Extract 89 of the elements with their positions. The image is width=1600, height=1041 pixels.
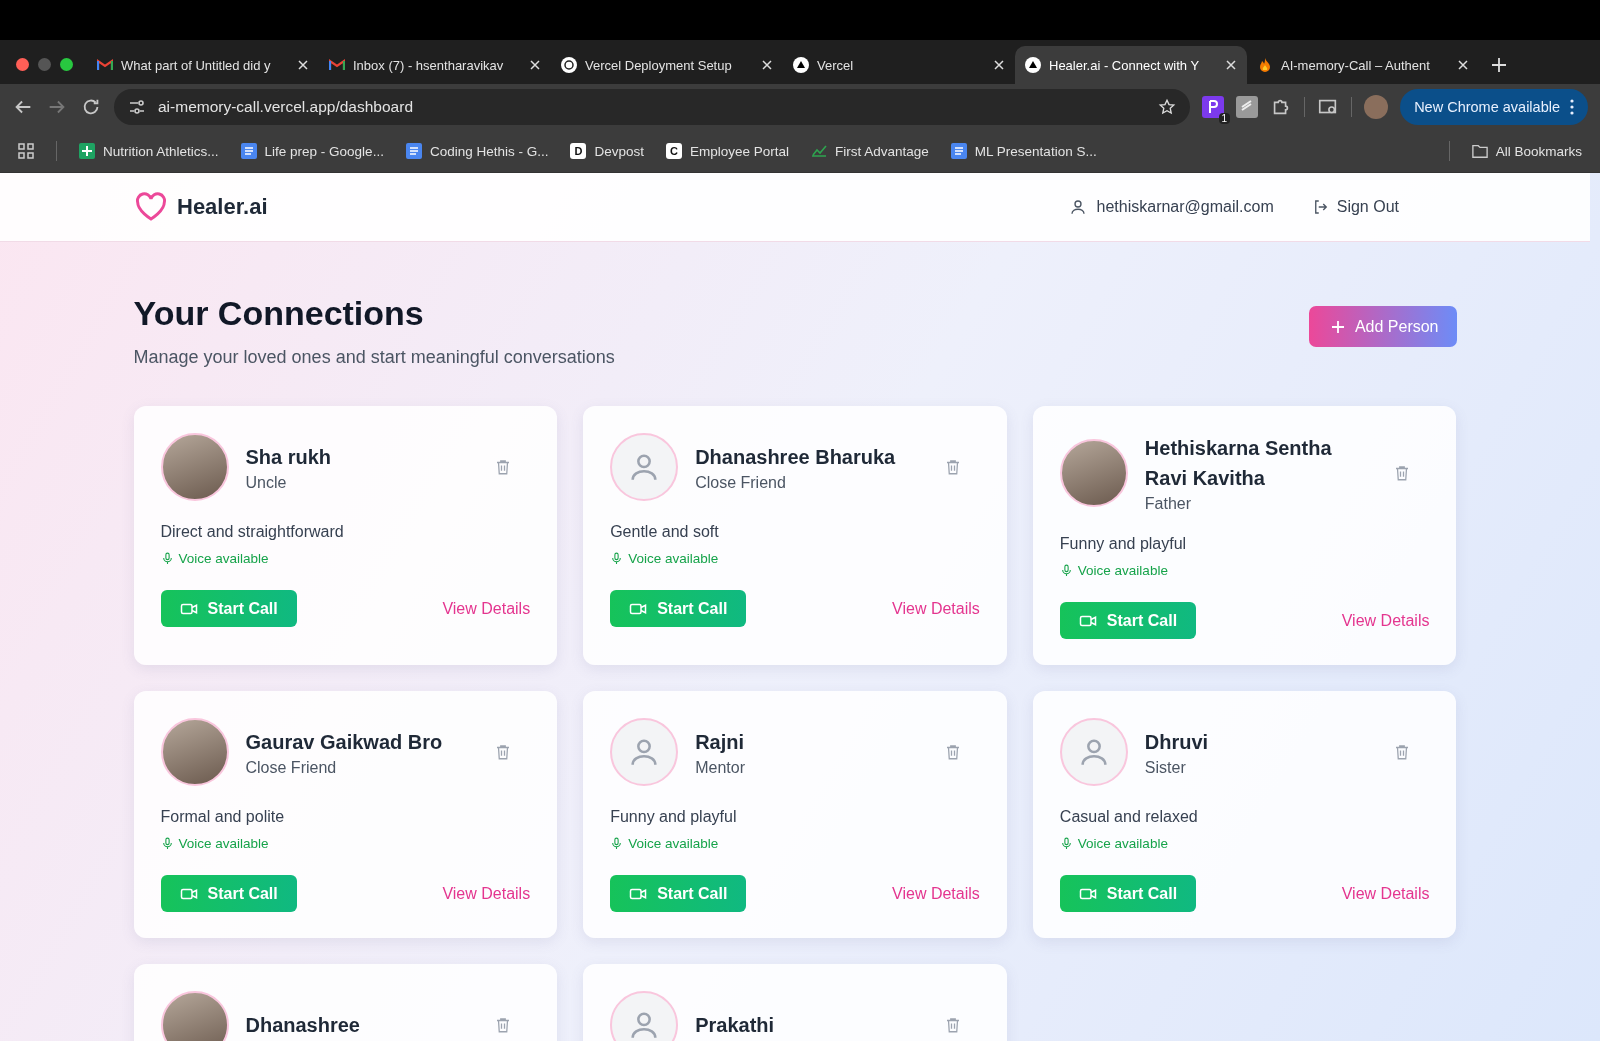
personality-text: Direct and straightforward	[160, 523, 345, 541]
brand-name: Healer.ai	[177, 194, 268, 220]
browser-tab[interactable]: Healer.ai - Connect with Y	[1015, 46, 1247, 84]
browser-tab[interactable]: Vercel	[783, 46, 1015, 84]
extension-badge: 1	[1218, 113, 1231, 124]
close-icon[interactable]	[993, 59, 1005, 71]
letter-icon: C	[665, 143, 682, 159]
relation-label: Father	[1144, 495, 1193, 513]
person-name: Rajni	[695, 730, 746, 755]
view-details-link[interactable]: View Details	[892, 884, 980, 903]
view-details-link[interactable]: View Details	[442, 884, 531, 903]
microphone-icon	[1059, 564, 1073, 577]
voice-status: Voice available	[1077, 836, 1168, 851]
page-title: Your Connections	[133, 294, 425, 333]
personality-text: Funny and playful	[1059, 535, 1188, 553]
document-icon	[405, 143, 422, 159]
voice-status: Voice available	[628, 836, 719, 851]
browser-tab[interactable]: What part of Untitled did y	[87, 46, 319, 84]
microphone-icon	[160, 837, 174, 850]
bookmark-link[interactable]: C Employee Portal	[665, 143, 790, 159]
close-icon[interactable]	[1225, 59, 1237, 71]
more-icon[interactable]	[1570, 99, 1574, 115]
relation-label: Mentor	[695, 759, 746, 777]
person-name: Dhruvi	[1144, 730, 1210, 755]
microphone-icon	[610, 837, 624, 850]
microphone-icon	[1059, 837, 1073, 850]
add-person-button[interactable]: Add Person	[1308, 306, 1457, 347]
browser-tab[interactable]: Vercel Deployment Setup	[551, 46, 783, 84]
star-icon[interactable]	[1158, 98, 1177, 116]
mail-icon	[97, 57, 113, 73]
new-tab-icon[interactable]	[1489, 55, 1509, 75]
relation-label: Sister	[1144, 759, 1187, 777]
view-details-link[interactable]: View Details	[892, 599, 980, 618]
personality-text: Casual and relaxed	[1059, 808, 1199, 826]
site-settings-icon[interactable]	[128, 98, 146, 116]
relation-label: Close Friend	[695, 474, 787, 492]
personality-text: Formal and polite	[160, 808, 286, 826]
extension-icon[interactable]	[1236, 96, 1259, 118]
bookmark-link[interactable]: ML Presentation S...	[950, 143, 1097, 159]
person-name: Gaurav Gaikwad Bro	[245, 730, 444, 755]
sign-out-button[interactable]: Sign Out	[1305, 197, 1405, 217]
relation-label: Close Friend	[245, 759, 338, 777]
spreadsheet-icon	[79, 143, 95, 159]
folder-icon	[1471, 143, 1488, 159]
person-name: Sha rukh	[245, 445, 333, 470]
microphone-icon	[160, 552, 174, 565]
close-icon[interactable]	[529, 59, 541, 71]
personality-text: Gentle and soft	[610, 523, 720, 541]
person-name: Dhanashree	[245, 1013, 361, 1038]
mail-icon	[329, 57, 345, 73]
voice-status: Voice available	[178, 836, 269, 851]
document-icon	[240, 143, 257, 159]
bookmark-link[interactable]: First Advantage	[811, 143, 929, 159]
microphone-icon	[610, 552, 624, 565]
photo-placeholder	[160, 991, 229, 1041]
close-icon[interactable]	[1457, 59, 1469, 71]
browser-tab[interactable]: AI-memory-Call – Authent	[1247, 46, 1479, 84]
flame-icon	[1257, 57, 1273, 73]
personality-text: Funny and playful	[610, 808, 738, 826]
letter-icon: D	[570, 143, 587, 159]
person-name: Prakathi	[695, 1013, 776, 1038]
person-name: Dhanashree Bharuka	[695, 445, 897, 470]
plus-icon	[1330, 319, 1345, 334]
heart-icon	[135, 192, 167, 222]
voice-status: Voice available	[1077, 563, 1168, 578]
all-bookmarks-button[interactable]: All Bookmarks	[1471, 143, 1582, 159]
document-icon	[950, 143, 967, 159]
zoom-window-button[interactable]	[60, 57, 73, 71]
page-subtitle: Manage your loved ones and start meaningful conversations	[133, 347, 615, 368]
close-icon[interactable]	[297, 59, 309, 71]
update-button[interactable]: New Chrome available	[1400, 89, 1588, 125]
view-details-link[interactable]: View Details	[442, 599, 531, 618]
apps-grid-icon[interactable]	[18, 143, 34, 159]
bookmark-link[interactable]: Nutrition Athletics...	[79, 143, 219, 159]
bookmark-link[interactable]: Coding Hethis - G...	[405, 143, 549, 159]
user-icon	[1068, 198, 1087, 216]
browser-tab[interactable]: Inbox (7) - hsentharavikav	[319, 46, 551, 84]
view-details-link[interactable]: View Details	[1341, 611, 1430, 630]
address-bar[interactable]: ai-memory-call.vercel.app/dashboard	[114, 89, 1191, 125]
person-name: Hethiskarna Sentha Ravi Kavitha	[1144, 436, 1333, 491]
user-email: hethiskarnar@gmail.com	[1096, 198, 1274, 216]
relation-label: Uncle	[245, 474, 288, 492]
voice-status: Voice available	[178, 551, 269, 566]
close-icon[interactable]	[761, 59, 773, 71]
close-window-button[interactable]	[16, 57, 29, 71]
voice-status: Voice available	[628, 551, 719, 566]
view-details-link[interactable]: View Details	[1341, 884, 1430, 903]
bookmark-link[interactable]: D Devpost	[570, 143, 644, 159]
bookmark-link[interactable]: Life prep - Google...	[240, 143, 384, 159]
